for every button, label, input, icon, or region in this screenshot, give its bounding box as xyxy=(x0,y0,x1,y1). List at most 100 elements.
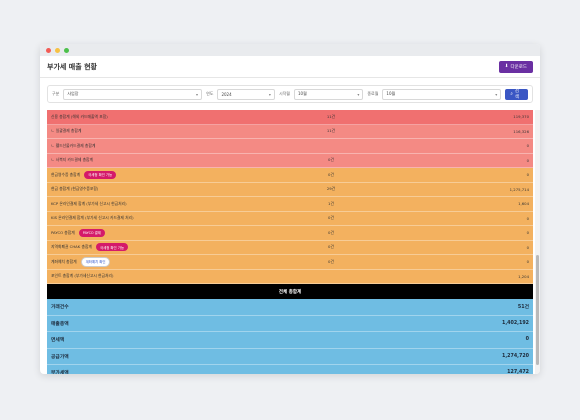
row-label: 신용 총합계 (해외 카드매출액 포함) xyxy=(51,113,108,119)
row-amount: 0 xyxy=(526,215,529,221)
scrollbar-thumb[interactable] xyxy=(536,255,539,365)
row-amount: 1,275,714 xyxy=(509,186,529,192)
row-label-cell: 현금 총합계 (현금영수증포함) xyxy=(51,186,296,192)
table-row: ㄴ 일괄결제 총합계 11건 116,326 xyxy=(47,124,533,139)
row-amount: 0 xyxy=(526,143,529,149)
summary-row: 매출총액 1,402,192 xyxy=(47,315,533,332)
filter-year-select[interactable]: 2024 ▾ xyxy=(217,88,275,100)
row-label-cell: ㄴ 사복지 카드결제 총합계 xyxy=(51,157,296,163)
table-row: 현금 총합계 (현금영수증포함) 29건 1,275,714 xyxy=(47,182,533,197)
chevron-down-icon: ▾ xyxy=(495,91,498,97)
filter-end-month-value: 10월 xyxy=(386,91,396,96)
row-label: ㄴ 사복지 카드결제 총합계 xyxy=(51,157,94,163)
row-count: 11건 xyxy=(326,128,336,134)
row-label: ㄴ 일괄결제 총합계 xyxy=(51,128,82,134)
search-button-label: 검색 xyxy=(514,89,519,100)
row-label: KIS 온라인결제 합계 (부가세 신고시 카드결제 처리) xyxy=(51,215,134,221)
download-icon: ⬇ xyxy=(504,64,509,69)
row-label-cell: 신용 총합계 (해외 카드매출액 포함) xyxy=(51,114,296,120)
row-label-cell: 현금영수증 총합계 국세청 확인 가능 xyxy=(51,170,296,179)
summary-value: 51건 xyxy=(517,305,529,311)
row-label: PAYCO 총합계 xyxy=(51,229,75,235)
summary-value: 1,274,720 xyxy=(501,353,529,359)
row-label: 현금영수증 총합계 xyxy=(51,171,81,177)
table-row: ㄴ 웰드선물카드결제 총합계 0 xyxy=(47,139,533,154)
row-label: 포인트 총합계 (부가세신고시 현금처리) xyxy=(51,273,114,279)
summary-row: 거래건수 51건 xyxy=(47,299,533,316)
row-amount: 0 xyxy=(526,157,529,163)
summary-row: 부가세액 127,472 xyxy=(47,365,533,374)
row-count: 0건 xyxy=(328,229,334,235)
row-count: 0건 xyxy=(328,157,334,163)
table-row: 지역화폐권 CHAK 총합계 국세청 확인 가능 0건 0 xyxy=(47,240,533,255)
row-label: 계좌예치 총합계 xyxy=(51,258,77,264)
row-label-cell: PAYCO 총합계 PAYCO 결제 xyxy=(51,228,296,237)
search-icon: ⌕ xyxy=(510,92,513,97)
row-count: 0건 xyxy=(328,258,334,264)
page-title: 부가세 매출 현황 xyxy=(47,62,97,71)
row-count: 0건 xyxy=(328,171,334,177)
row-amount: 0 xyxy=(526,259,529,265)
status-badge[interactable]: 국세청 확인 가능 xyxy=(95,243,128,252)
summary-label: 면세액 xyxy=(51,338,65,344)
filter-type-label: 구분 xyxy=(52,91,60,96)
table-row: ㄴ 사복지 카드결제 총합계 0건 0 xyxy=(47,153,533,168)
export-button-label: 다운로드 xyxy=(510,64,527,70)
row-label-cell: ㄴ 일괄결제 총합계 xyxy=(51,128,296,134)
status-badge[interactable]: 계좌예치 확인 xyxy=(80,256,111,267)
summary-label: 부가세액 xyxy=(51,371,69,374)
maximize-window-icon[interactable] xyxy=(64,47,69,53)
search-button[interactable]: ⌕ 검색 xyxy=(505,88,528,100)
row-count: 0건 xyxy=(328,215,334,221)
table-row: 계좌예치 총합계 계좌예치 확인 0건 0 xyxy=(47,255,533,270)
row-label-cell: 계좌예치 총합계 계좌예치 확인 xyxy=(51,256,296,267)
filter-type-select[interactable]: 사업장 ▾ xyxy=(63,88,203,100)
table-row: PAYCO 총합계 PAYCO 결제 0건 0 xyxy=(47,226,533,241)
filter-end-month-select[interactable]: 10월 ▾ xyxy=(382,88,502,100)
filter-type-value: 사업장 xyxy=(67,91,79,96)
row-label-cell: KCP 온라인결제 합계 (부가세 신고시 현금처리) xyxy=(51,201,296,207)
row-amount: 116,326 xyxy=(513,128,529,134)
row-amount: 0 xyxy=(526,244,529,250)
export-button[interactable]: ⬇ 다운로드 xyxy=(498,60,533,73)
filter-year-label: 연도 xyxy=(206,91,214,96)
total-summary: 거래건수 51건매출총액 1,402,192 면세액 0 공급가액 1,274,720 부가세… xyxy=(47,299,533,374)
table-row: 신용 총합계 (해외 카드매출액 포함) 11건 119,370 xyxy=(47,110,533,125)
status-badge[interactable]: PAYCO 결제 xyxy=(78,228,105,237)
status-badge[interactable]: 국세청 확인 가능 xyxy=(84,170,117,179)
total-section-title: 전체 총합계 xyxy=(47,284,533,299)
page-header: 부가세 매출 현황 ⬇ 다운로드 xyxy=(40,56,540,78)
row-amount: 0 xyxy=(526,230,529,236)
chevron-down-icon: ▾ xyxy=(268,91,271,97)
table-row: 포인트 총합계 (부가세신고시 현금처리) 1,204 xyxy=(47,269,533,284)
row-count: 11건 xyxy=(326,113,336,119)
summary-row: 면세액 0 xyxy=(47,332,533,349)
summary-label: 공급가액 xyxy=(51,354,69,360)
row-amount: 119,370 xyxy=(513,114,529,120)
row-label: 현금 총합계 (현금영수증포함) xyxy=(51,186,99,192)
row-amount: 1,204 xyxy=(518,273,529,279)
filter-start-month-value: 10월 xyxy=(297,91,307,96)
report-table: 신용 총합계 (해외 카드매출액 포함) 11건 119,370 ㄴ 일괄결제 총합계… xyxy=(47,110,533,374)
row-label: KCP 온라인결제 합계 (부가세 신고시 현금처리) xyxy=(51,200,127,206)
summary-value: 0 xyxy=(525,337,529,343)
row-count: 1건 xyxy=(328,200,334,206)
row-count: 0건 xyxy=(328,244,334,250)
summary-label: 거래건수 xyxy=(51,305,69,311)
close-window-icon[interactable] xyxy=(46,47,51,53)
row-label-cell: 지역화폐권 CHAK 총합계 국세청 확인 가능 xyxy=(51,243,296,252)
window-titlebar xyxy=(40,44,540,56)
row-label-cell: ㄴ 웰드선물카드결제 총합계 xyxy=(51,143,296,149)
filter-year-value: 2024 xyxy=(221,91,232,97)
chevron-down-icon: ▾ xyxy=(196,91,199,97)
row-count: 29건 xyxy=(326,186,336,192)
row-label: ㄴ 웰드선물카드결제 총합계 xyxy=(51,142,96,148)
filter-start-month-select[interactable]: 10월 ▾ xyxy=(293,88,364,100)
table-row: KCP 온라인결제 합계 (부가세 신고시 현금처리) 1건 1,604 xyxy=(47,197,533,212)
row-label-cell: KIS 온라인결제 합계 (부가세 신고시 카드결제 처리) xyxy=(51,215,296,221)
filter-bar: 구분 사업장 ▾ 연도 2024 ▾ 시작월 10월 ▾ 종료월 10월 ▾ ⌕… xyxy=(47,85,533,103)
vertical-scrollbar[interactable] xyxy=(535,110,540,374)
app-window: 부가세 매출 현황 ⬇ 다운로드 구분 사업장 ▾ 연도 2024 ▾ 시작월 … xyxy=(40,44,540,374)
row-amount: 0 xyxy=(526,172,529,178)
minimize-window-icon[interactable] xyxy=(55,47,60,53)
